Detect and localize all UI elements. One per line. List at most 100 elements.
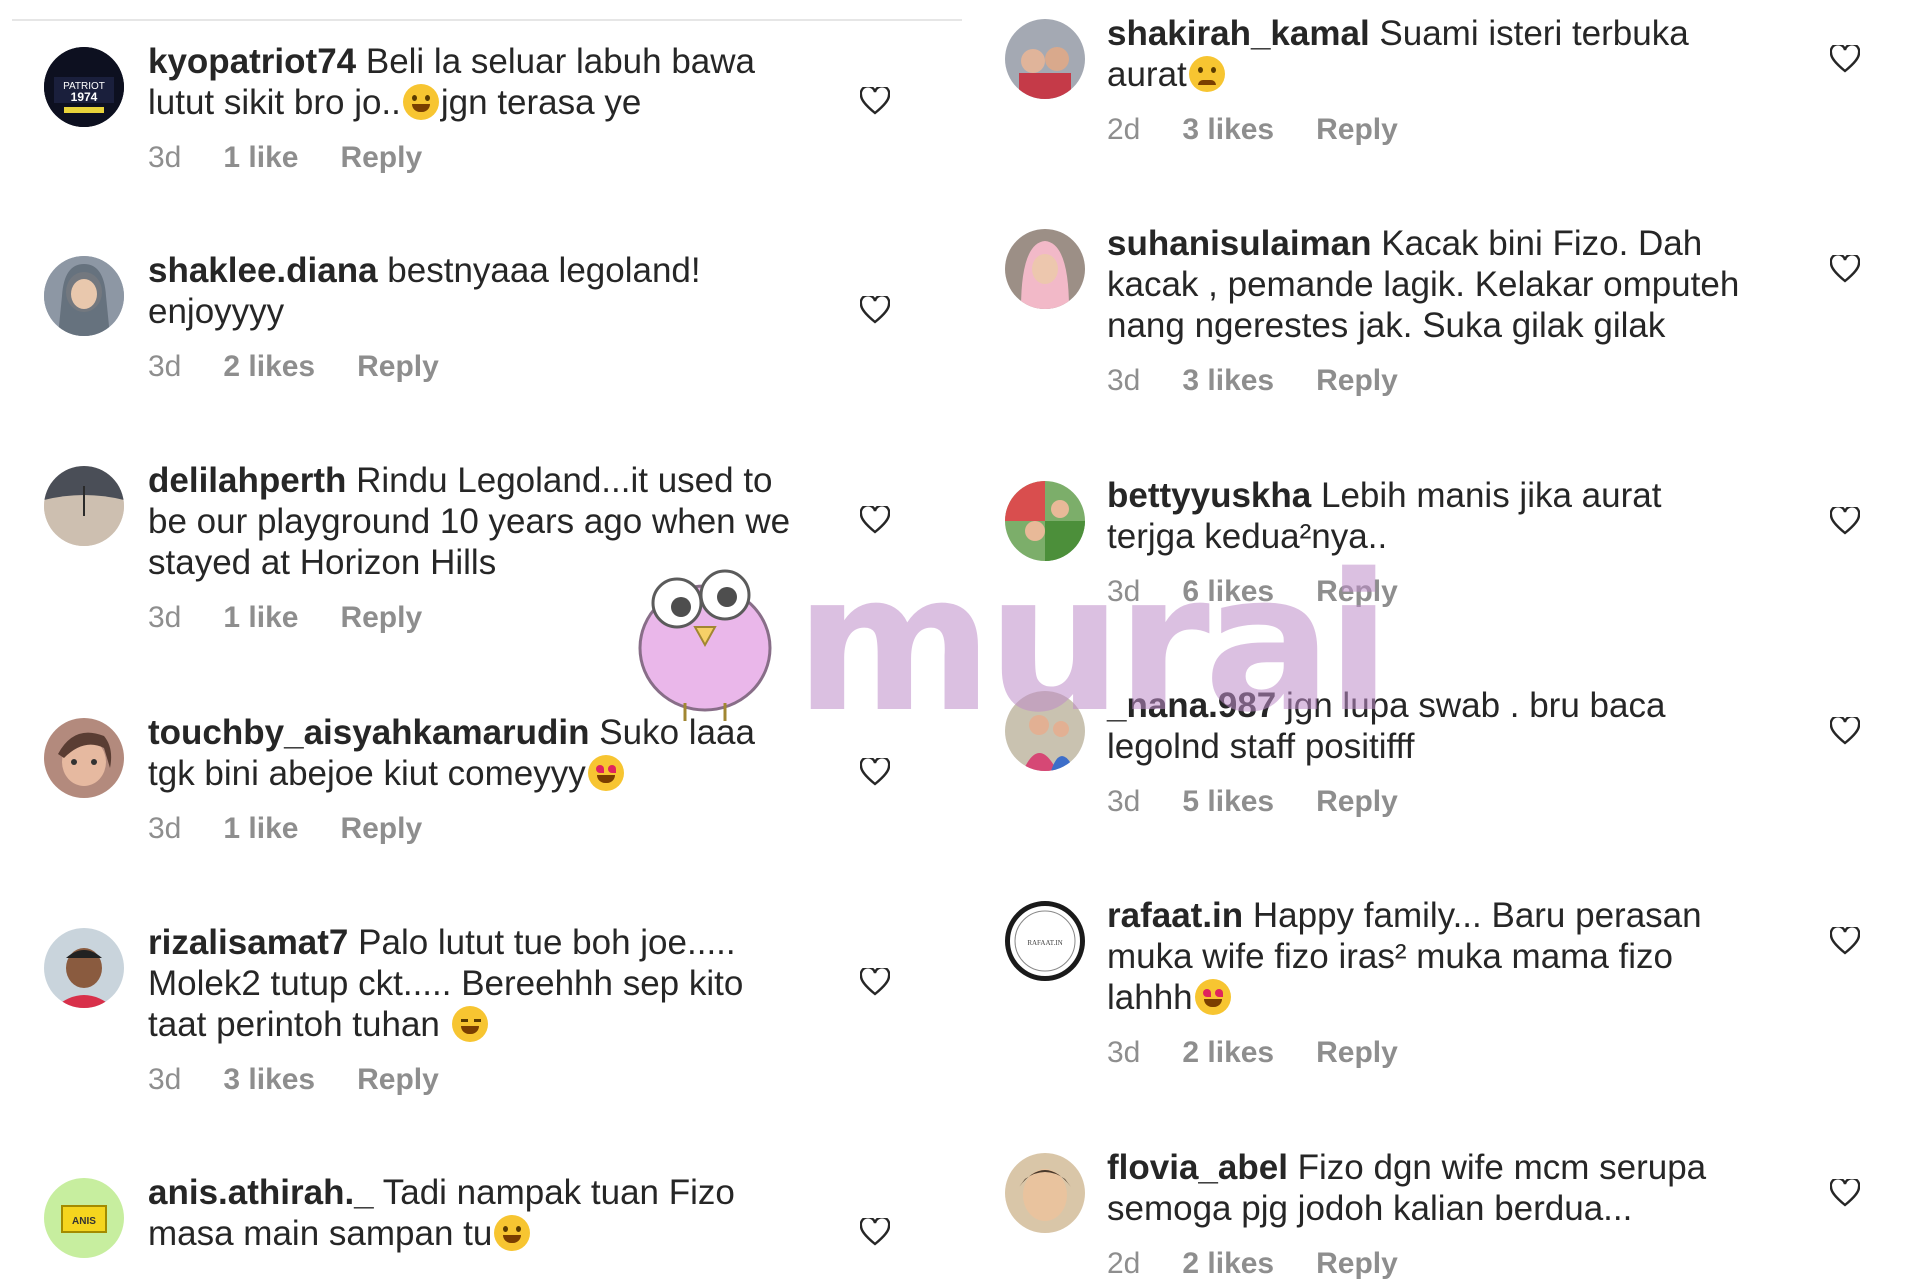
likes-count[interactable]: 3 likes — [223, 1063, 315, 1097]
comment-line: Rindu Legoland...it used to — [346, 461, 773, 500]
reply-button[interactable]: Reply — [1316, 1036, 1398, 1070]
avatar[interactable] — [44, 928, 124, 1008]
likes-count[interactable]: 3 likes — [1182, 364, 1274, 398]
comment-time: 3d — [1107, 785, 1141, 818]
likes-count[interactable]: 3 likes — [1182, 113, 1274, 147]
reply-button[interactable]: Reply — [340, 141, 422, 175]
heart-icon[interactable] — [1830, 507, 1860, 535]
comment-line: bestnyaaa legoland! — [377, 251, 701, 290]
likes-count[interactable]: 2 likes — [1182, 1036, 1274, 1070]
comment-line: Lebih manis jika aurat — [1311, 476, 1662, 515]
likes-count[interactable]: 1 like — [223, 812, 298, 846]
likes-count[interactable]: 2 likes — [1182, 1247, 1274, 1281]
heart-icon[interactable] — [860, 758, 890, 786]
avatar[interactable] — [1005, 1153, 1085, 1233]
comment-line: kacak , pemande lagik. Kelakar omputeh — [1107, 265, 1740, 304]
username[interactable]: _nana.987 — [1107, 686, 1276, 725]
comment-time: 3d — [148, 812, 182, 845]
likes-count[interactable]: 6 likes — [1182, 575, 1274, 609]
comment-text: flovia_abel Fizo dgn wife mcm serupa semo… — [1107, 1147, 1757, 1229]
username[interactable]: anis.athirah._ — [148, 1173, 374, 1212]
comment-text: rizalisamat7 Palo lutut tue boh joe.....… — [148, 922, 848, 1045]
username[interactable]: suhanisulaiman — [1107, 224, 1372, 263]
heart-icon[interactable] — [860, 87, 890, 115]
avatar[interactable] — [44, 466, 124, 546]
comment-meta: 3d 2 likes Reply — [1107, 1036, 1757, 1070]
comment-line: lutut sikit bro jo.. — [148, 83, 401, 122]
comment-line: jgn terasa ye — [440, 83, 642, 122]
comment-time: 3d — [1107, 575, 1141, 608]
comment-content: shaklee.diana bestnyaaa legoland! enjoyyy… — [148, 250, 848, 384]
comment-time: 2d — [1107, 113, 1141, 146]
heart-icon[interactable] — [1830, 45, 1860, 73]
comment-content: suhanisulaiman Kacak bini Fizo. Dah kacak… — [1107, 223, 1757, 398]
avatar-text: RAFAAT.IN — [1027, 939, 1062, 947]
comment-content: _nana.987 jgn lupa swab . bru baca legoln… — [1107, 685, 1757, 819]
comment-line: Tadi nampak tuan Fizo — [373, 1173, 735, 1212]
heart-icon[interactable] — [860, 968, 890, 996]
username[interactable]: bettyyuskha — [1107, 476, 1311, 515]
avatar[interactable] — [1005, 229, 1085, 309]
comment-line: Kacak bini Fizo. Dah — [1371, 224, 1703, 263]
reply-button[interactable]: Reply — [1316, 575, 1398, 609]
reply-button[interactable]: Reply — [357, 350, 439, 384]
reply-button[interactable]: Reply — [1316, 113, 1398, 147]
username[interactable]: rizalisamat7 — [148, 923, 348, 962]
comment-line: jgn lupa swab . bru baca — [1276, 686, 1666, 725]
comment-line: stayed at Horizon Hills — [148, 543, 497, 582]
heart-icon[interactable] — [860, 296, 890, 324]
reply-button[interactable]: Reply — [1316, 364, 1398, 398]
likes-count[interactable]: 2 likes — [223, 350, 315, 384]
avatar[interactable] — [1005, 19, 1085, 99]
likes-count[interactable]: 1 like — [223, 601, 298, 635]
reply-button[interactable]: Reply — [340, 601, 422, 635]
avatar[interactable] — [44, 718, 124, 798]
right-comment-column: shakirah_kamal Suami isteri terbuka aurat… — [964, 0, 1920, 1280]
comment-line: tgk bini abejoe kiut comeyyy — [148, 754, 586, 793]
comment-line: legolnd staff positifff — [1107, 727, 1415, 766]
heart-icon[interactable] — [1830, 255, 1860, 283]
reply-button[interactable]: Reply — [340, 812, 422, 846]
avatar[interactable]: RAFAAT.IN — [1005, 901, 1085, 981]
avatar[interactable] — [1005, 481, 1085, 561]
comment-text: anis.athirah._ Tadi nampak tuan Fizo masa… — [148, 1172, 848, 1254]
avatar-text: ANIS — [72, 1216, 96, 1227]
username[interactable]: shakirah_kamal — [1107, 14, 1370, 53]
reply-button[interactable]: Reply — [357, 1063, 439, 1097]
username[interactable]: delilahperth — [148, 461, 346, 500]
comment-content: anis.athirah._ Tadi nampak tuan Fizo masa… — [148, 1172, 848, 1254]
comment-text: touchby_aisyahkamarudin Suko laaa tgk bin… — [148, 712, 848, 794]
username[interactable]: shaklee.diana — [148, 251, 378, 290]
heart-icon[interactable] — [860, 1218, 890, 1246]
left-comment-column: PATRIOT 1974 kyopatriot74 Beli la seluar… — [0, 0, 962, 1280]
username[interactable]: kyopatriot74 — [148, 42, 356, 81]
username[interactable]: flovia_abel — [1107, 1148, 1288, 1187]
avatar[interactable] — [1005, 691, 1085, 771]
avatar[interactable]: ANIS — [44, 1178, 124, 1258]
comment-text: _nana.987 jgn lupa swab . bru baca legoln… — [1107, 685, 1757, 767]
username[interactable]: touchby_aisyahkamarudin — [148, 713, 590, 752]
comment-time: 3d — [148, 141, 182, 174]
comment-content: shakirah_kamal Suami isteri terbuka aurat… — [1107, 13, 1757, 147]
comment-line: Molek2 tutup ckt..... Bereehhh sep kito — [148, 964, 744, 1003]
avatar-text: 1974 — [71, 90, 98, 104]
reply-button[interactable]: Reply — [1316, 1247, 1398, 1281]
comment-line: nang ngerestes jak. Suka gilak gilak — [1107, 306, 1666, 345]
username[interactable]: rafaat.in — [1107, 896, 1243, 935]
reply-button[interactable]: Reply — [1316, 785, 1398, 819]
heart-icon[interactable] — [1830, 717, 1860, 745]
comment-meta: 3d 1 like Reply — [148, 601, 848, 635]
heart-icon[interactable] — [1830, 927, 1860, 955]
laughing-emoji-icon — [402, 84, 439, 120]
comment-meta: 3d 3 likes Reply — [148, 1063, 848, 1097]
likes-count[interactable]: 1 like — [223, 141, 298, 175]
comment-line: muka wife fizo iras² muka mama fizo — [1107, 937, 1673, 976]
comment-text: shakirah_kamal Suami isteri terbuka aurat — [1107, 13, 1757, 95]
heart-icon[interactable] — [1830, 1179, 1860, 1207]
comment-time: 3d — [1107, 1036, 1141, 1069]
heart-icon[interactable] — [860, 506, 890, 534]
avatar[interactable] — [44, 256, 124, 336]
likes-count[interactable]: 5 likes — [1182, 785, 1274, 819]
comment-line: taat perintoh tuhan — [148, 1005, 450, 1044]
avatar[interactable]: PATRIOT 1974 — [44, 47, 124, 127]
